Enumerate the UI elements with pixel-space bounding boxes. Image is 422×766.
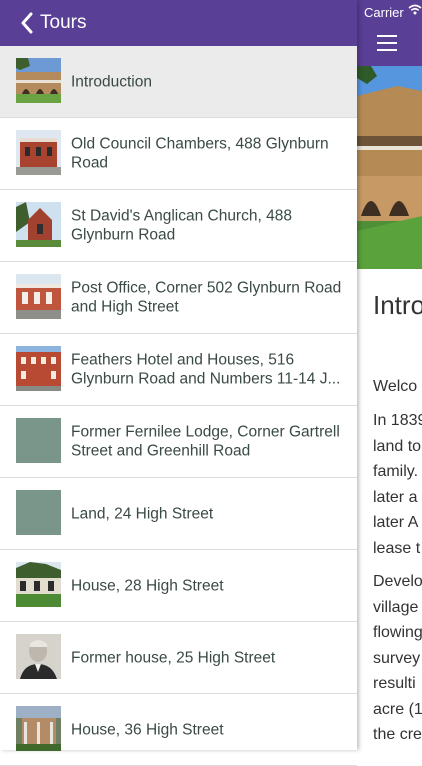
tours-sidebar: Tours Introduction Old Council Chambers,… (0, 0, 357, 766)
list-item-title: House, 28 High Street (71, 576, 224, 594)
list-item-st-davids-church[interactable]: St David's Anglican Church, 488 Glynburn… (0, 190, 357, 262)
carrier-label: Carrier (364, 5, 404, 20)
list-item-title: Feathers Hotel and Houses, 516 Glynburn … (71, 351, 341, 388)
menu-icon[interactable] (377, 35, 397, 51)
tour-list: Introduction Old Council Chambers, 488 G… (0, 46, 357, 766)
hero-image (357, 66, 422, 269)
list-item-former-fernilee-lodge[interactable]: Former Fernilee Lodge, Corner Gartrell S… (0, 406, 357, 478)
list-item-title: Post Office, Corner 502 Glynburn Road an… (71, 279, 342, 316)
list-item-land-24-high-street[interactable]: Land, 24 High Street (0, 478, 357, 550)
content-paragraph: In 1839 land to family. later a later A … (373, 412, 422, 557)
placeholder-thumbnail (16, 418, 61, 463)
house-thumbnail (16, 562, 61, 607)
content-page: Carrier Intro Welco In 1839 land to fami… (357, 0, 422, 750)
back-button[interactable]: Tours (20, 9, 86, 37)
list-item-introduction[interactable]: Introduction (0, 46, 357, 118)
list-item-old-council-chambers[interactable]: Old Council Chambers, 488 Glynburn Road (0, 118, 357, 190)
status-bar: Carrier (357, 0, 422, 25)
content-paragraph: Develo village flowing survey resulti ac… (373, 573, 422, 743)
list-item-title: House, 36 High Street (71, 720, 224, 738)
list-item-title: Former Fernilee Lodge, Corner Gartrell S… (71, 423, 340, 460)
list-item-title: Introduction (71, 72, 152, 90)
house-veranda-thumbnail (16, 706, 61, 751)
content-title: Intro (373, 290, 422, 320)
building-thumbnail (16, 58, 61, 103)
list-item-title: Former house, 25 High Street (71, 648, 276, 666)
portrait-thumbnail (16, 634, 61, 679)
list-item-former-house-25-high-street[interactable]: Former house, 25 High Street (0, 622, 357, 694)
back-label: Tours (40, 12, 87, 33)
list-item-title: St David's Anglican Church, 488 Glynburn… (71, 207, 292, 244)
sidebar-header: Tours (0, 0, 357, 46)
list-item-house-28-high-street[interactable]: House, 28 High Street (0, 550, 357, 622)
chevron-left-icon (21, 12, 33, 34)
list-item-title: Old Council Chambers, 488 Glynburn Road (71, 135, 329, 172)
list-item-title: Land, 24 High Street (71, 504, 214, 522)
post-office-thumbnail (16, 274, 61, 319)
brick-building-thumbnail (16, 130, 61, 175)
placeholder-thumbnail (16, 490, 61, 535)
list-item-house-36-high-street[interactable]: House, 36 High Street (0, 694, 357, 766)
list-item-feathers-hotel[interactable]: Feathers Hotel and Houses, 516 Glynburn … (0, 334, 357, 406)
church-thumbnail (16, 202, 61, 247)
content-paragraph: Welco (373, 378, 418, 395)
content-nav-bar (357, 25, 422, 66)
wifi-icon (408, 4, 422, 15)
hotel-thumbnail (16, 346, 61, 391)
list-item-post-office[interactable]: Post Office, Corner 502 Glynburn Road an… (0, 262, 357, 334)
